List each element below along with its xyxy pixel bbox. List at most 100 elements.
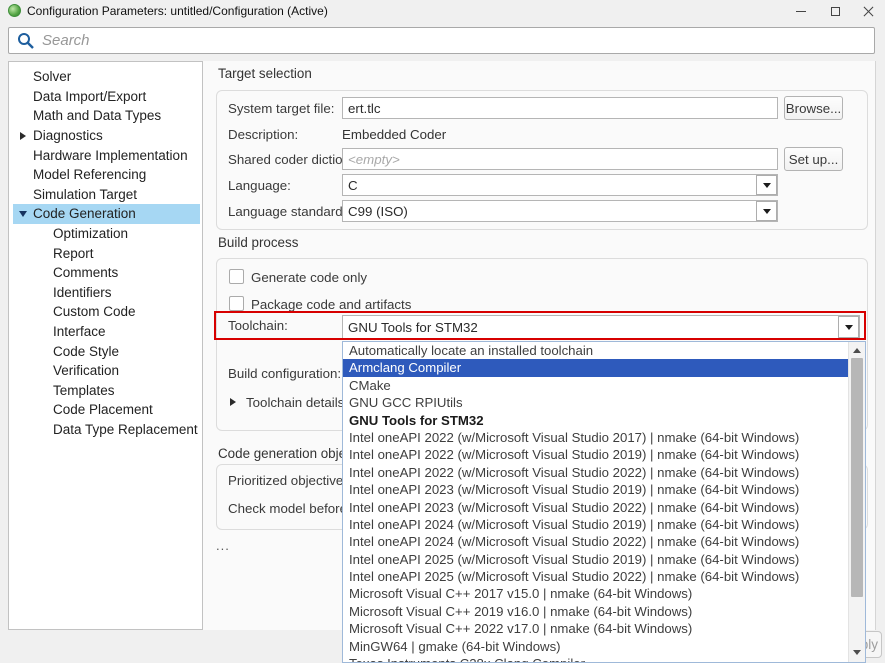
sidebar-item-label: Custom Code — [53, 304, 136, 319]
sidebar-item-templates[interactable]: Templates — [13, 381, 200, 401]
tree-collapsed-icon[interactable] — [13, 132, 33, 140]
scrollbar-up-arrow[interactable] — [849, 342, 865, 358]
toolchain-option[interactable]: Intel oneAPI 2022 (w/Microsoft Visual St… — [343, 446, 848, 463]
sidebar-item-label: Templates — [53, 383, 115, 398]
maximize-icon — [831, 7, 840, 16]
search-bar — [8, 27, 875, 54]
check-model-label: Check model before — [228, 501, 347, 516]
toolchain-option[interactable]: MinGW64 | gmake (64-bit Windows) — [343, 638, 848, 655]
sidebar-item-label: Identifiers — [53, 285, 112, 300]
language-standard-label: Language standard: — [228, 204, 346, 219]
sidebar-item-label: Simulation Target — [33, 187, 137, 202]
toolchain-option[interactable]: Intel oneAPI 2025 (w/Microsoft Visual St… — [343, 551, 848, 568]
build-process-title: Build process — [218, 235, 298, 250]
toolchain-option[interactable]: Intel oneAPI 2024 (w/Microsoft Visual St… — [343, 516, 848, 533]
sidebar-item-comments[interactable]: Comments — [13, 263, 200, 283]
chevron-down-icon — [763, 209, 771, 214]
generate-code-only-checkbox[interactable] — [229, 269, 244, 284]
language-label: Language: — [228, 178, 291, 193]
sidebar-item-diagnostics[interactable]: Diagnostics — [13, 126, 200, 146]
toolchain-option[interactable]: Intel oneAPI 2022 (w/Microsoft Visual St… — [343, 429, 848, 446]
sidebar-item-verification[interactable]: Verification — [13, 361, 200, 381]
search-input[interactable] — [40, 31, 874, 50]
sidebar-item-label: Code Generation — [33, 206, 136, 221]
sidebar-item-custom-code[interactable]: Custom Code — [13, 302, 200, 322]
toolchain-option[interactable]: Intel oneAPI 2022 (w/Microsoft Visual St… — [343, 464, 848, 481]
toolchain-dropdown-popup: Automatically locate an installed toolch… — [342, 341, 866, 663]
maximize-button[interactable] — [819, 0, 852, 22]
toolchain-details-expander-icon[interactable] — [230, 398, 236, 406]
toolchain-option[interactable]: Microsoft Visual C++ 2022 v17.0 | nmake … — [343, 620, 848, 637]
toolchain-option[interactable]: Texas Instruments C28x Clang Compiler — [343, 655, 848, 663]
package-code-label: Package code and artifacts — [251, 297, 411, 312]
dropdown-scrollbar[interactable] — [848, 342, 865, 662]
description-value: Embedded Coder — [342, 127, 446, 142]
window-title: Configuration Parameters: untitled/Confi… — [27, 0, 328, 22]
toolchain-option[interactable]: Microsoft Visual C++ 2017 v15.0 | nmake … — [343, 585, 848, 602]
sidebar-item-model-referencing[interactable]: Model Referencing — [13, 165, 200, 185]
sidebar-item-label: Model Referencing — [33, 167, 146, 182]
toolchain-option[interactable]: Intel oneAPI 2023 (w/Microsoft Visual St… — [343, 481, 848, 498]
toolchain-option[interactable]: Intel oneAPI 2023 (w/Microsoft Visual St… — [343, 499, 848, 516]
system-target-file-input[interactable] — [342, 97, 778, 119]
sidebar-item-math-and-data-types[interactable]: Math and Data Types — [13, 106, 200, 126]
language-standard-combobox[interactable]: C99 (ISO) — [342, 200, 778, 222]
toolchain-option[interactable]: GNU Tools for STM32 — [343, 412, 848, 429]
sidebar-item-label: Verification — [53, 363, 119, 378]
minimize-button[interactable] — [784, 0, 817, 22]
sidebar-item-label: Optimization — [53, 226, 128, 241]
language-standard-dropdown-arrow[interactable] — [756, 201, 777, 221]
sidebar-item-label: Comments — [53, 265, 118, 280]
generate-code-only-label: Generate code only — [251, 270, 367, 285]
sidebar-item-code-style[interactable]: Code Style — [13, 341, 200, 361]
triangle-up-icon — [853, 348, 861, 353]
sidebar-item-label: Solver — [33, 69, 71, 84]
sidebar-item-report[interactable]: Report — [13, 243, 200, 263]
sidebar-item-optimization[interactable]: Optimization — [13, 224, 200, 244]
toolchain-option[interactable]: Armclang Compiler — [343, 359, 848, 376]
toolchain-dropdown-arrow[interactable] — [838, 316, 859, 338]
scrollbar-down-arrow[interactable] — [849, 644, 865, 660]
toolchain-option[interactable]: Intel oneAPI 2024 (w/Microsoft Visual St… — [343, 533, 848, 550]
sidebar-item-data-import-export[interactable]: Data Import/Export — [13, 87, 200, 107]
toolchain-details-label[interactable]: Toolchain details — [246, 395, 344, 410]
scrollbar-thumb[interactable] — [851, 358, 863, 597]
toolchain-option[interactable]: Intel oneAPI 2025 (w/Microsoft Visual St… — [343, 568, 848, 585]
sidebar-item-solver[interactable]: Solver — [13, 67, 200, 87]
toolchain-option[interactable]: Microsoft Visual C++ 2019 v16.0 | nmake … — [343, 603, 848, 620]
sidebar-item-simulation-target[interactable]: Simulation Target — [13, 185, 200, 205]
shared-coder-dictionary-input[interactable] — [342, 148, 778, 170]
tree-expanded-icon[interactable] — [13, 211, 33, 217]
browse-button[interactable]: Browse... — [784, 96, 843, 120]
chevron-down-icon — [763, 183, 771, 188]
close-icon — [863, 6, 874, 17]
system-target-file-label: System target file: — [228, 101, 334, 116]
description-label: Description: — [228, 127, 298, 142]
set-up-button[interactable]: Set up... — [784, 147, 843, 171]
sidebar-item-code-placement[interactable]: Code Placement — [13, 400, 200, 420]
sidebar-item-interface[interactable]: Interface — [13, 322, 200, 342]
configuration-parameters-window: Configuration Parameters: untitled/Confi… — [0, 0, 885, 663]
close-button[interactable] — [852, 0, 885, 22]
language-combobox[interactable]: C — [342, 174, 778, 196]
code-generation-objectives-title: Code generation objec — [218, 446, 353, 461]
toolchain-option[interactable]: Automatically locate an installed toolch… — [343, 342, 848, 359]
toolchain-option[interactable]: CMake — [343, 377, 848, 394]
prioritized-objectives-label: Prioritized objectives — [228, 473, 350, 488]
sidebar-item-code-generation[interactable]: Code Generation — [13, 204, 200, 224]
chevron-down-icon — [845, 325, 853, 330]
toolchain-combobox[interactable]: GNU Tools for STM32 — [342, 315, 860, 339]
sidebar-item-hardware-implementation[interactable]: Hardware Implementation — [13, 145, 200, 165]
sidebar-item-label: Interface — [53, 324, 106, 339]
truncation-ellipsis: ... — [216, 538, 230, 553]
sidebar-item-label: Diagnostics — [33, 128, 103, 143]
language-dropdown-arrow[interactable] — [756, 175, 777, 195]
app-icon — [8, 4, 21, 17]
sidebar-item-data-type-replacement[interactable]: Data Type Replacement — [13, 420, 200, 440]
package-code-checkbox[interactable] — [229, 296, 244, 311]
toolchain-option[interactable]: GNU GCC RPIUtils — [343, 394, 848, 411]
sidebar-item-label: Hardware Implementation — [33, 148, 188, 163]
language-value: C — [348, 175, 358, 195]
search-icon — [17, 32, 34, 49]
sidebar-item-identifiers[interactable]: Identifiers — [13, 283, 200, 303]
